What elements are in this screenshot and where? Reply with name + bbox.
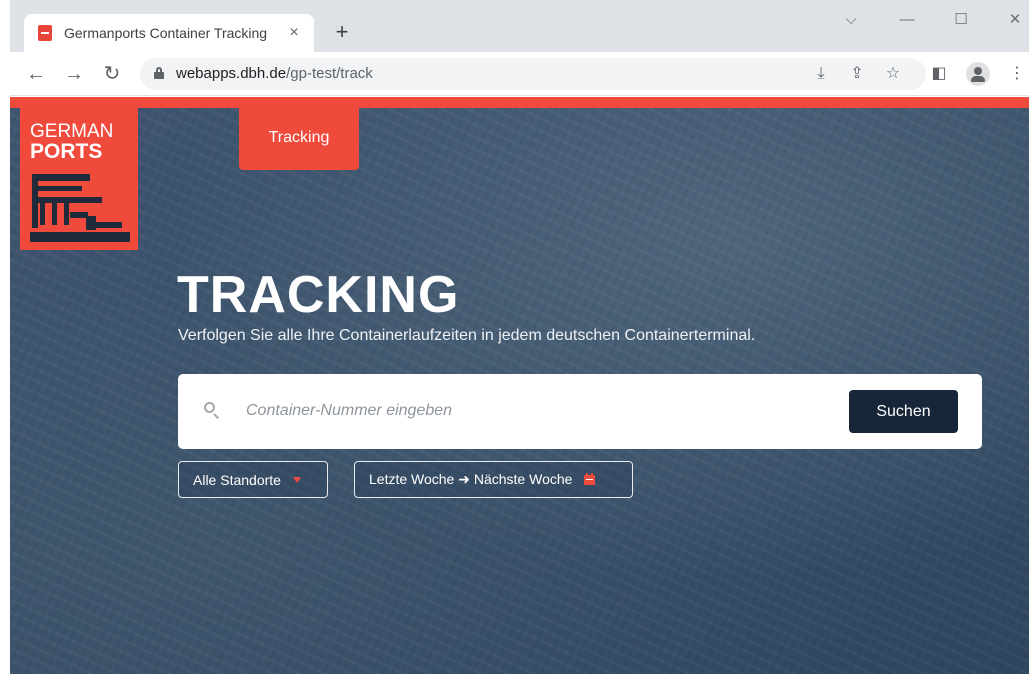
browser-tab-strip: Germanports Container Tracking × + ⌵ — ☐…: [10, 0, 1029, 52]
date-range-label: Letzte Woche ➜ Nächste Woche: [369, 471, 573, 487]
browser-toolbar: ← → ↻ webapps.dbh.de/gp-test/track ⤓ ⇪ ☆…: [10, 52, 1029, 96]
search-panel: Suchen: [178, 374, 982, 449]
download-icon[interactable]: ⤓: [810, 63, 832, 85]
back-icon[interactable]: ←: [22, 60, 50, 88]
url-domain: webapps.dbh.de: [176, 65, 287, 82]
minimize-icon[interactable]: —: [892, 8, 922, 32]
search-icon: [204, 402, 220, 419]
reload-icon[interactable]: ↻: [98, 60, 126, 88]
crane-icon: [30, 174, 130, 242]
url-text: webapps.dbh.de/gp-test/track: [176, 65, 373, 82]
location-filter-dropdown[interactable]: Alle Standorte: [178, 461, 328, 498]
address-bar[interactable]: webapps.dbh.de/gp-test/track: [140, 58, 926, 90]
close-tab-icon[interactable]: ×: [284, 24, 304, 42]
date-range-picker[interactable]: Letzte Woche ➜ Nächste Woche: [354, 461, 633, 498]
profile-icon[interactable]: [966, 62, 990, 86]
page-content: GERMAN PORTS Tracking TRACKING Verfolgen…: [10, 97, 1029, 674]
url-path: /gp-test/track: [286, 65, 373, 82]
container-number-input[interactable]: [246, 394, 826, 428]
top-accent-bar: [10, 97, 1029, 108]
search-button[interactable]: Suchen: [849, 390, 958, 433]
browser-tab[interactable]: Germanports Container Tracking ×: [24, 14, 314, 52]
caret-down-icon: [292, 476, 301, 483]
nav-tab-tracking[interactable]: Tracking: [239, 108, 359, 170]
lock-icon[interactable]: [154, 67, 164, 79]
share-icon[interactable]: ⇪: [846, 63, 868, 85]
germanports-logo[interactable]: GERMAN PORTS: [20, 108, 138, 250]
logo-text: GERMAN PORTS: [30, 121, 114, 163]
star-icon[interactable]: ☆: [882, 63, 904, 85]
calendar-icon: [584, 472, 596, 485]
new-tab-button[interactable]: +: [328, 18, 356, 46]
side-panel-icon[interactable]: ◧: [928, 63, 950, 85]
page-title: TRACKING: [177, 266, 460, 324]
tab-title: Germanports Container Tracking: [64, 25, 268, 41]
tab-search-icon[interactable]: ⌵: [836, 8, 866, 32]
page-subtitle: Verfolgen Sie alle Ihre Containerlaufzei…: [178, 327, 756, 344]
forward-icon[interactable]: →: [60, 60, 88, 88]
maximize-icon[interactable]: ☐: [946, 8, 976, 32]
menu-icon[interactable]: ⋮: [1006, 63, 1028, 85]
site-favicon-icon: [38, 25, 52, 41]
location-filter-label: Alle Standorte: [193, 471, 281, 488]
window-close-icon[interactable]: ✕: [1000, 8, 1029, 32]
